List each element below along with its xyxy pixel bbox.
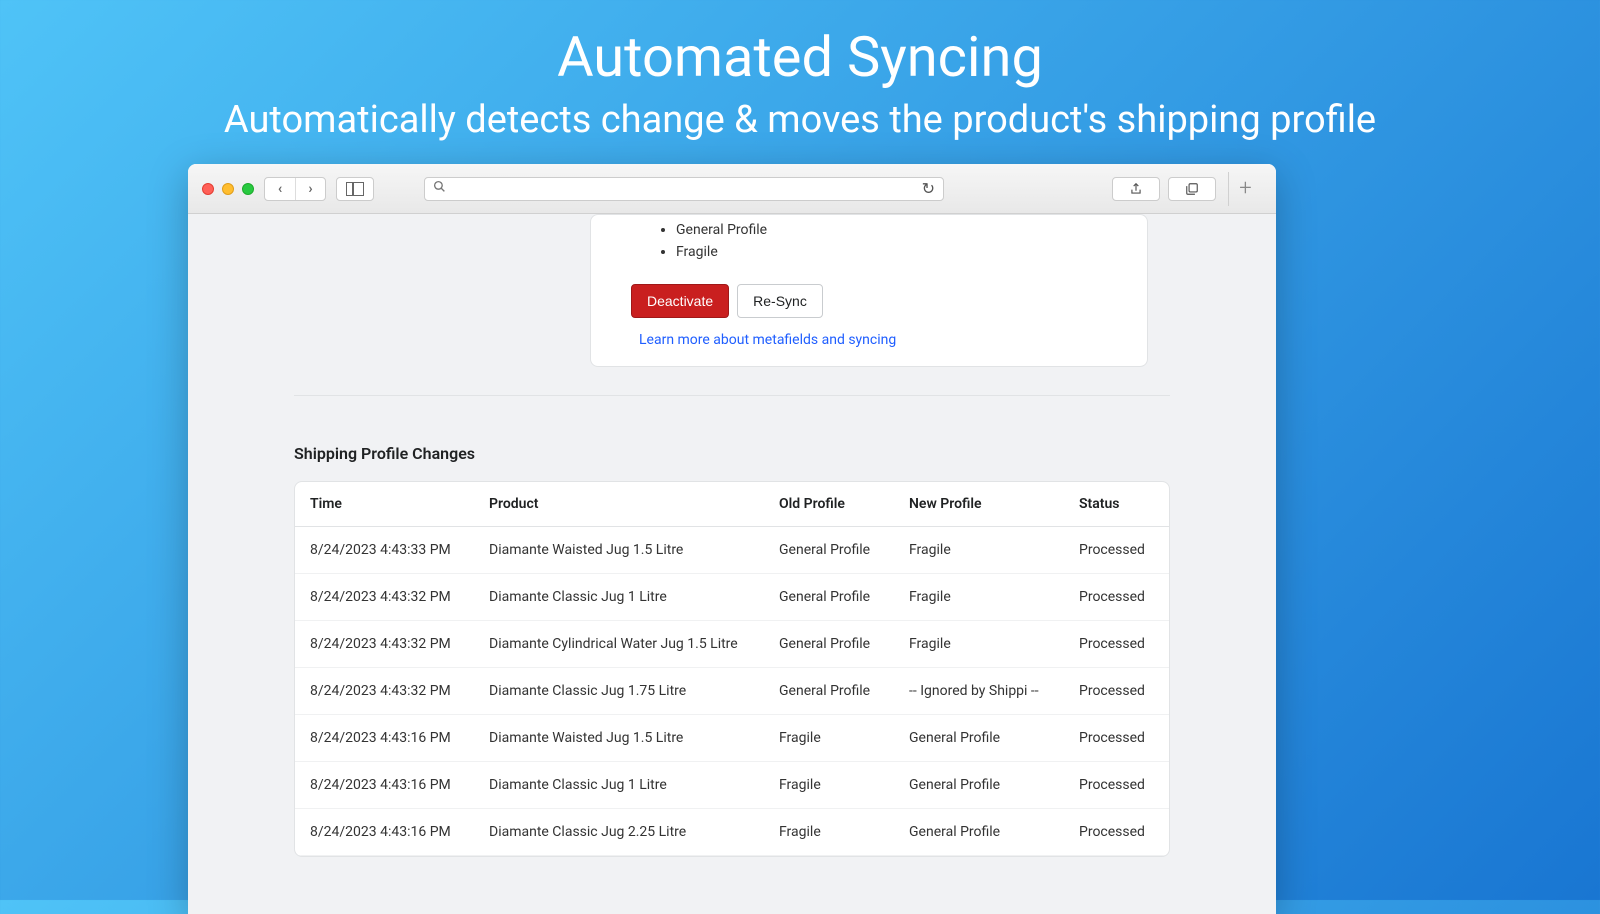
hero-subtitle: Automatically detects change & moves the… xyxy=(0,98,1600,142)
changes-table: Time Product Old Profile New Profile Sta… xyxy=(295,482,1169,856)
deactivate-button[interactable]: Deactivate xyxy=(631,284,729,318)
section-title: Shipping Profile Changes xyxy=(294,444,1276,463)
share-button[interactable] xyxy=(1112,177,1160,201)
reload-icon[interactable]: ↻ xyxy=(922,179,935,198)
profile-list-item: Fragile xyxy=(676,241,1127,263)
cell-time: 8/24/2023 4:43:33 PM xyxy=(295,526,475,573)
cell-new: -- Ignored by Shippi -- xyxy=(895,667,1065,714)
back-button[interactable]: ‹ xyxy=(265,178,295,200)
cell-time: 8/24/2023 4:43:32 PM xyxy=(295,667,475,714)
cell-new: General Profile xyxy=(895,761,1065,808)
cell-product: Diamante Waisted Jug 1.5 Litre xyxy=(475,526,765,573)
cell-old: General Profile xyxy=(765,573,895,620)
cell-new: Fragile xyxy=(895,620,1065,667)
forward-button[interactable]: › xyxy=(295,178,325,200)
header-product: Product xyxy=(475,482,765,527)
chevron-right-icon: › xyxy=(308,181,312,197)
cell-status: Processed xyxy=(1065,573,1169,620)
search-icon xyxy=(433,180,446,197)
maximize-window-icon[interactable] xyxy=(242,183,254,195)
window-controls xyxy=(202,183,254,195)
cell-product: Diamante Waisted Jug 1.5 Litre xyxy=(475,714,765,761)
cell-time: 8/24/2023 4:43:16 PM xyxy=(295,808,475,855)
cell-new: General Profile xyxy=(895,714,1065,761)
address-bar[interactable]: ↻ xyxy=(424,177,944,201)
header-status: Status xyxy=(1065,482,1169,527)
header-new-profile: New Profile xyxy=(895,482,1065,527)
cell-new: Fragile xyxy=(895,573,1065,620)
table-row: 8/24/2023 4:43:32 PMDiamante Classic Jug… xyxy=(295,667,1169,714)
cell-product: Diamante Classic Jug 1 Litre xyxy=(475,761,765,808)
cell-status: Processed xyxy=(1065,526,1169,573)
cell-old: General Profile xyxy=(765,620,895,667)
cell-new: General Profile xyxy=(895,808,1065,855)
table-row: 8/24/2023 4:43:32 PMDiamante Classic Jug… xyxy=(295,573,1169,620)
cell-old: General Profile xyxy=(765,526,895,573)
changes-table-card: Time Product Old Profile New Profile Sta… xyxy=(294,481,1170,857)
cell-product: Diamante Classic Jug 2.25 Litre xyxy=(475,808,765,855)
minimize-window-icon[interactable] xyxy=(222,183,234,195)
sync-settings-card: General Profile Fragile Deactivate Re-Sy… xyxy=(590,214,1148,367)
nav-buttons: ‹ › xyxy=(264,177,326,201)
cell-status: Processed xyxy=(1065,714,1169,761)
close-window-icon[interactable] xyxy=(202,183,214,195)
cell-status: Processed xyxy=(1065,620,1169,667)
profile-list-item: General Profile xyxy=(676,219,1127,241)
table-row: 8/24/2023 4:43:16 PMDiamante Waisted Jug… xyxy=(295,714,1169,761)
share-icon xyxy=(1129,181,1143,197)
divider xyxy=(294,395,1170,396)
table-header-row: Time Product Old Profile New Profile Sta… xyxy=(295,482,1169,527)
cell-product: Diamante Classic Jug 1 Litre xyxy=(475,573,765,620)
cell-time: 8/24/2023 4:43:16 PM xyxy=(295,761,475,808)
cell-status: Processed xyxy=(1065,808,1169,855)
tabs-button[interactable] xyxy=(1168,177,1216,201)
table-row: 8/24/2023 4:43:32 PMDiamante Cylindrical… xyxy=(295,620,1169,667)
cell-time: 8/24/2023 4:43:32 PM xyxy=(295,620,475,667)
profile-list: General Profile Fragile xyxy=(611,215,1127,264)
hero-title: Automated Syncing xyxy=(0,0,1600,90)
plus-icon: + xyxy=(1239,176,1251,201)
cell-time: 8/24/2023 4:43:32 PM xyxy=(295,573,475,620)
table-row: 8/24/2023 4:43:33 PMDiamante Waisted Jug… xyxy=(295,526,1169,573)
sidebar-icon xyxy=(346,182,364,196)
header-old-profile: Old Profile xyxy=(765,482,895,527)
learn-more-link[interactable]: Learn more about metafields and syncing xyxy=(611,332,1127,348)
cell-old: Fragile xyxy=(765,714,895,761)
cell-new: Fragile xyxy=(895,526,1065,573)
sidebar-toggle-button[interactable] xyxy=(336,177,374,201)
cell-product: Diamante Cylindrical Water Jug 1.5 Litre xyxy=(475,620,765,667)
new-tab-button[interactable]: + xyxy=(1228,172,1262,206)
cell-old: General Profile xyxy=(765,667,895,714)
table-row: 8/24/2023 4:43:16 PMDiamante Classic Jug… xyxy=(295,808,1169,855)
cell-status: Processed xyxy=(1065,761,1169,808)
resync-button[interactable]: Re-Sync xyxy=(737,284,823,318)
browser-chrome: ‹ › ↻ + xyxy=(188,164,1276,214)
cell-old: Fragile xyxy=(765,808,895,855)
browser-window: ‹ › ↻ + General Profile Fragile xyxy=(188,164,1276,914)
cell-status: Processed xyxy=(1065,667,1169,714)
chevron-left-icon: ‹ xyxy=(278,181,282,197)
cell-old: Fragile xyxy=(765,761,895,808)
page-content: General Profile Fragile Deactivate Re-Sy… xyxy=(188,214,1276,914)
cell-product: Diamante Classic Jug 1.75 Litre xyxy=(475,667,765,714)
tabs-icon xyxy=(1184,182,1200,196)
header-time: Time xyxy=(295,482,475,527)
table-row: 8/24/2023 4:43:16 PMDiamante Classic Jug… xyxy=(295,761,1169,808)
cell-time: 8/24/2023 4:43:16 PM xyxy=(295,714,475,761)
